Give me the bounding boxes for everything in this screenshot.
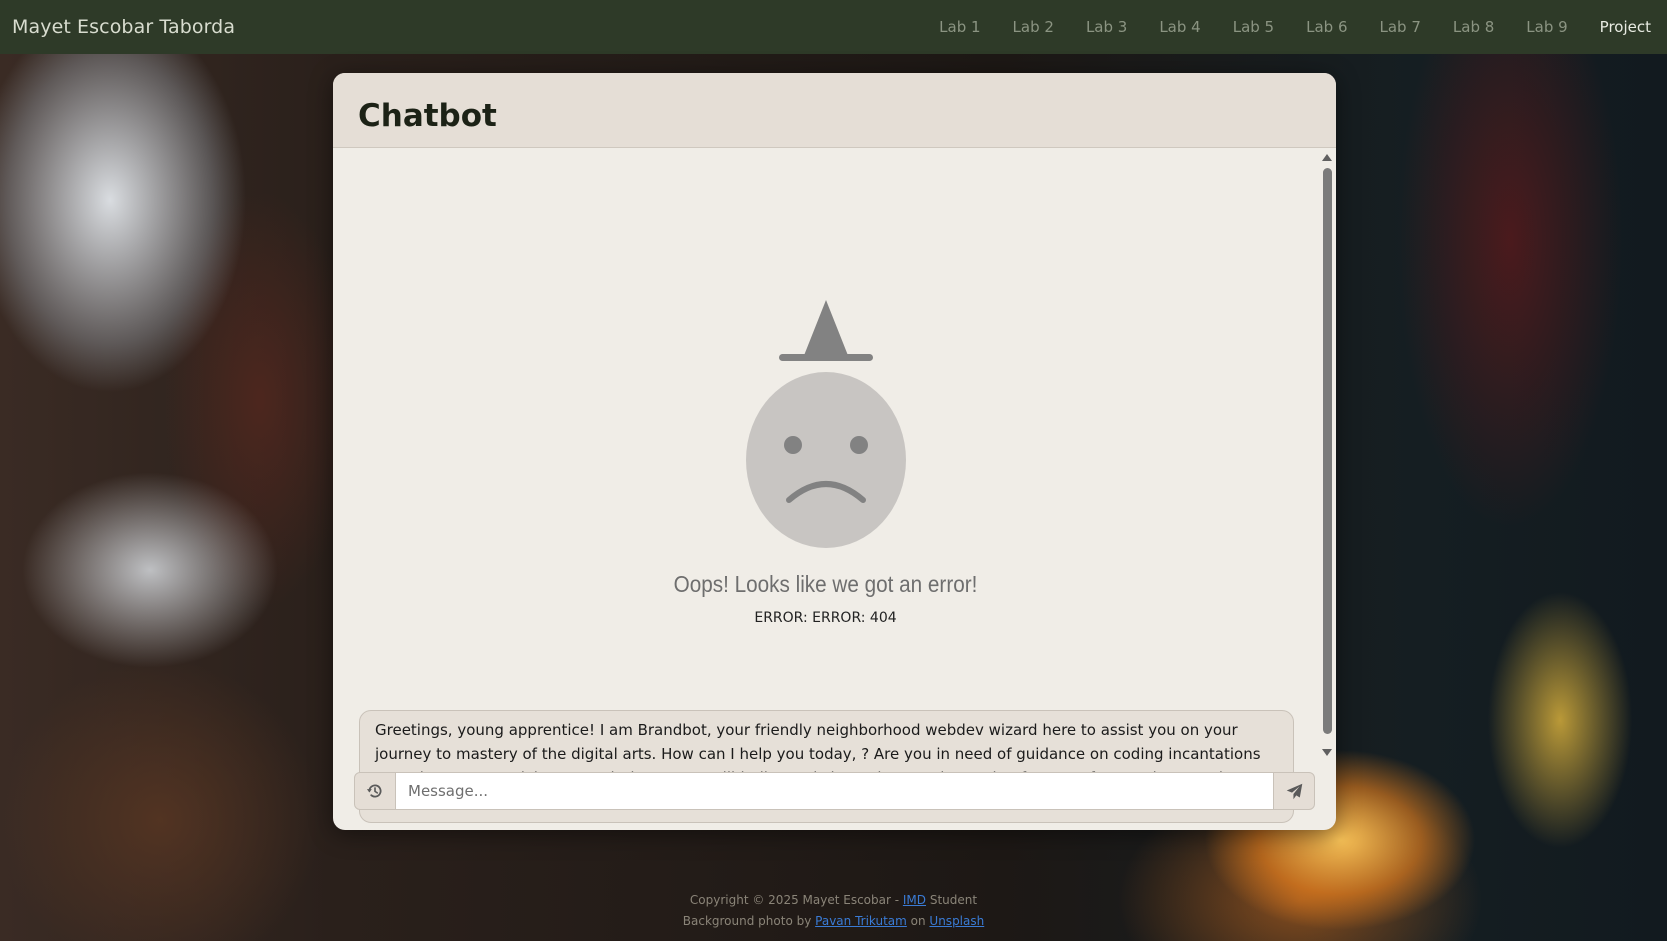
photographer-link[interactable]: Pavan Trikutam	[815, 914, 907, 928]
student-text: Student	[926, 893, 978, 907]
nav-link-lab-8[interactable]: Lab 8	[1437, 18, 1510, 36]
nav-link-lab-9[interactable]: Lab 9	[1510, 18, 1583, 36]
nav-link-lab-1[interactable]: Lab 1	[923, 18, 996, 36]
wizard-hat-brim	[779, 354, 873, 361]
photo-credit-text: Background photo by	[682, 914, 816, 928]
nav-links: Lab 1 Lab 2 Lab 3 Lab 4 Lab 5 Lab 6 Lab …	[923, 18, 1655, 36]
chat-scrollbar[interactable]	[1319, 152, 1335, 758]
sad-wizard-icon	[746, 300, 906, 548]
copyright-line: Copyright © 2025 Mayet Escobar - IMD Stu…	[0, 890, 1667, 911]
on-text: on	[906, 914, 930, 928]
error-title: Oops! Looks like we got an error!	[673, 571, 978, 597]
sad-face-head	[746, 372, 906, 548]
nav-link-lab-6[interactable]: Lab 6	[1290, 18, 1363, 36]
history-icon	[366, 784, 382, 798]
paper-plane-icon	[1286, 783, 1302, 799]
nav-link-lab-7[interactable]: Lab 7	[1364, 18, 1437, 36]
nav-link-lab-2[interactable]: Lab 2	[997, 18, 1070, 36]
navbar: Mayet Escobar Taborda Lab 1 Lab 2 Lab 3 …	[0, 0, 1667, 54]
nav-link-project[interactable]: Project	[1584, 18, 1655, 36]
chat-messages-area[interactable]: Oops! Looks like we got an error! ERROR:…	[333, 148, 1336, 823]
error-code: ERROR: ERROR: 404	[754, 610, 897, 626]
imd-link[interactable]: IMD	[903, 893, 926, 907]
page-footer: Copyright © 2025 Mayet Escobar - IMD Stu…	[0, 890, 1667, 932]
nav-link-lab-5[interactable]: Lab 5	[1217, 18, 1290, 36]
message-input-row	[354, 772, 1315, 810]
wizard-hat-shape	[803, 300, 849, 358]
chatbot-header: Chatbot	[333, 73, 1336, 148]
chatbot-title: Chatbot	[358, 98, 497, 134]
copyright-text: Copyright © 2025 Mayet Escobar -	[689, 893, 903, 907]
history-button[interactable]	[354, 772, 396, 810]
scroll-thumb[interactable]	[1323, 168, 1332, 734]
scroll-up-arrow-icon[interactable]	[1322, 154, 1332, 161]
scroll-down-arrow-icon[interactable]	[1322, 749, 1332, 756]
sad-face-right-eye	[850, 436, 868, 454]
error-block: Oops! Looks like we got an error! ERROR:…	[333, 148, 1318, 626]
site-brand[interactable]: Mayet Escobar Taborda	[12, 16, 235, 38]
sad-face-left-eye	[784, 436, 802, 454]
unsplash-link[interactable]: Unsplash	[929, 914, 984, 928]
chatbot-card: Chatbot Oops! Looks like we got an error…	[333, 73, 1336, 830]
nav-link-lab-3[interactable]: Lab 3	[1070, 18, 1143, 36]
nav-link-lab-4[interactable]: Lab 4	[1143, 18, 1216, 36]
message-input[interactable]	[396, 772, 1273, 810]
send-button[interactable]	[1273, 772, 1315, 810]
photo-credit-line: Background photo by Pavan Trikutam on Un…	[0, 911, 1667, 932]
